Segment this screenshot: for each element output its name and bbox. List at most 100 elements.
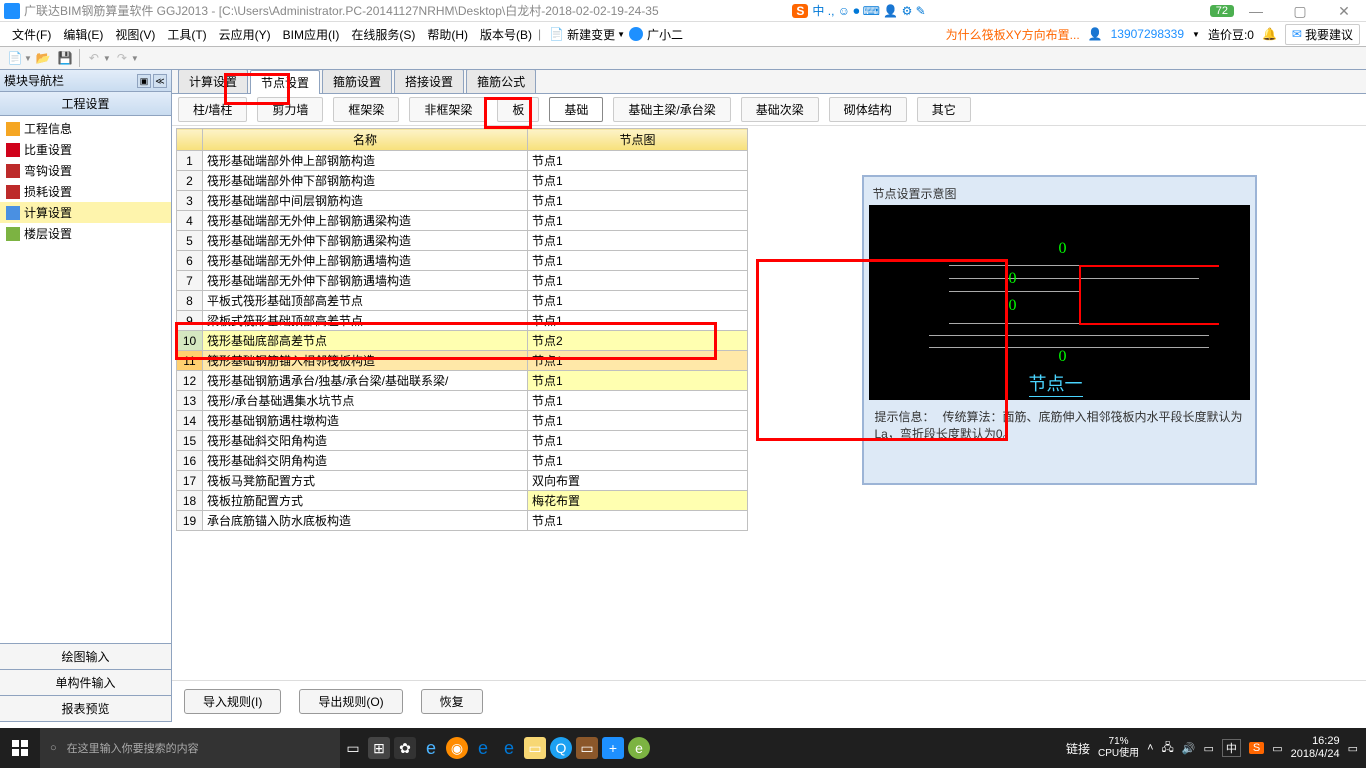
sheet-tab[interactable]: 节点设置 [250, 70, 320, 94]
table-row[interactable]: 13筏形/承台基础遇集水坑节点节点1 [177, 391, 748, 411]
table-row[interactable]: 3筏形基础端部中间层钢筋构造节点1 [177, 191, 748, 211]
tray-link[interactable]: 链接 [1066, 740, 1090, 757]
sheet-tab[interactable]: 箍筋公式 [466, 69, 536, 93]
tb-app-1[interactable]: ⊞ [366, 728, 392, 768]
table-row[interactable]: 2筏形基础端部外伸下部钢筋构造节点1 [177, 171, 748, 191]
table-row[interactable]: 14筏形基础钢筋遇柱墩构造节点1 [177, 411, 748, 431]
table-row[interactable]: 15筏形基础斜交阳角构造节点1 [177, 431, 748, 451]
component-tab[interactable]: 板 [497, 97, 539, 122]
menu-view[interactable]: 视图(V) [109, 24, 161, 45]
tree-item[interactable]: 计算设置 [0, 202, 171, 223]
panel-collapse-icon[interactable]: ≪ [153, 74, 167, 88]
tb-app-7[interactable]: + [600, 728, 626, 768]
component-tab[interactable]: 其它 [917, 97, 971, 122]
tb-app-6[interactable]: ▭ [574, 728, 600, 768]
restore-button[interactable]: 恢复 [421, 689, 483, 714]
notifications-icon[interactable]: ▭ [1348, 742, 1358, 755]
table-row[interactable]: 16筏形基础斜交阴角构造节点1 [177, 451, 748, 471]
table-row[interactable]: 7筏形基础端部无外伸下部钢筋遇墙构造节点1 [177, 271, 748, 291]
tree-item[interactable]: 楼层设置 [0, 223, 171, 244]
table-row[interactable]: 5筏形基础端部无外伸下部钢筋遇梁构造节点1 [177, 231, 748, 251]
tree-item[interactable]: 损耗设置 [0, 181, 171, 202]
single-input-button[interactable]: 单构件输入 [0, 670, 171, 696]
table-row[interactable]: 6筏形基础端部无外伸上部钢筋遇墙构造节点1 [177, 251, 748, 271]
table-row[interactable]: 19承台底筋锚入防水底板构造节点1 [177, 511, 748, 531]
start-button[interactable] [0, 728, 40, 768]
redo-icon[interactable]: ↷ [111, 48, 133, 68]
component-tab[interactable]: 非框架梁 [409, 97, 487, 122]
ime-icons[interactable]: 中 ., ☺ ⏺ ⌨ 👤 ⚙ ✎ [812, 2, 925, 19]
tb-app-3[interactable]: ◉ [444, 728, 470, 768]
tb-app-5[interactable]: Q [548, 728, 574, 768]
tray-battery-icon[interactable]: ▭ [1204, 742, 1214, 755]
component-tab[interactable]: 剪力墙 [257, 97, 323, 122]
minimize-button[interactable]: — [1234, 0, 1278, 22]
panel-pin-icon[interactable]: ▣ [137, 74, 151, 88]
user-avatar-icon[interactable] [629, 27, 643, 41]
table-row[interactable]: 8平板式筏形基础顶部高差节点节点1 [177, 291, 748, 311]
component-tab[interactable]: 砌体结构 [829, 97, 907, 122]
project-settings-header[interactable]: 工程设置 [0, 92, 171, 116]
table-row[interactable]: 9梁板式筏形基础顶部高差节点节点1 [177, 311, 748, 331]
tb-app-8[interactable]: e [626, 728, 652, 768]
score-badge: 72 [1210, 5, 1234, 17]
menu-cloud[interactable]: 云应用(Y) [213, 24, 277, 45]
tray-network-icon[interactable]: 🖧 [1162, 739, 1174, 758]
maximize-button[interactable]: ▢ [1278, 0, 1322, 22]
menu-version[interactable]: 版本号(B) [474, 24, 538, 45]
menu-edit[interactable]: 编辑(E) [57, 24, 109, 45]
open-file-icon[interactable]: 📂 [32, 48, 54, 68]
table-row[interactable]: 17筏板马凳筋配置方式双向布置 [177, 471, 748, 491]
import-rules-button[interactable]: 导入规则(I) [184, 689, 281, 714]
tb-app-2[interactable]: ✿ [392, 728, 418, 768]
close-button[interactable]: ✕ [1322, 0, 1366, 22]
save-icon[interactable]: 💾 [54, 48, 76, 68]
app-icon [4, 3, 20, 19]
tray-sogou-icon[interactable]: S [1249, 742, 1264, 754]
table-row[interactable]: 4筏形基础端部无外伸上部钢筋遇梁构造节点1 [177, 211, 748, 231]
export-rules-button[interactable]: 导出规则(O) [299, 689, 402, 714]
component-tab[interactable]: 基础 [549, 97, 603, 122]
tree-item[interactable]: 工程信息 [0, 118, 171, 139]
table-row[interactable]: 11筏形基础钢筋锚入相邻筏板构造节点1 [177, 351, 748, 371]
tree-item[interactable]: 比重设置 [0, 139, 171, 160]
component-tab[interactable]: 基础主梁/承台梁 [613, 97, 730, 122]
menu-tool[interactable]: 工具(T) [161, 24, 212, 45]
suggestion-button[interactable]: ✉ 我要建议 [1285, 24, 1360, 45]
sheet-tab[interactable]: 箍筋设置 [322, 69, 392, 93]
tray-ime-icon[interactable]: 中 [1222, 739, 1241, 757]
tree-item[interactable]: 弯钩设置 [0, 160, 171, 181]
component-tab[interactable]: 框架梁 [333, 97, 399, 122]
tb-app-4[interactable]: e [470, 728, 496, 768]
sheet-tab[interactable]: 搭接设置 [394, 69, 464, 93]
table-row[interactable]: 18筏板拉筋配置方式梅花布置 [177, 491, 748, 511]
tray-misc-icon[interactable]: ▭ [1272, 742, 1282, 755]
task-view-icon[interactable]: ▭ [340, 728, 366, 768]
undo-icon[interactable]: ↶ [83, 48, 105, 68]
menu-online[interactable]: 在线服务(S) [345, 24, 421, 45]
table-row[interactable]: 12筏形基础钢筋遇承台/独基/承台梁/基础联系梁/节点1 [177, 371, 748, 391]
user-phone[interactable]: 13907298339 [1111, 27, 1184, 41]
draw-input-button[interactable]: 绘图输入 [0, 644, 171, 670]
nav-panel-header: 模块导航栏 ▣ ≪ [0, 70, 171, 92]
report-preview-button[interactable]: 报表预览 [0, 696, 171, 722]
menu-bim[interactable]: BIM应用(I) [277, 24, 346, 45]
ime-badge[interactable]: S [792, 4, 808, 18]
tb-explorer[interactable]: ▭ [522, 728, 548, 768]
tb-edge[interactable]: e [418, 728, 444, 768]
new-file-icon[interactable]: 📄 [4, 48, 26, 68]
component-tab[interactable]: 基础次梁 [741, 97, 819, 122]
table-row[interactable]: 1筏形基础端部外伸上部钢筋构造节点1 [177, 151, 748, 171]
component-tab[interactable]: 柱/墙柱 [178, 97, 247, 122]
warning-text[interactable]: 为什么筏板XY方向布置... [946, 26, 1080, 43]
search-box[interactable]: ○ 在这里输入你要搜索的内容 [40, 728, 340, 768]
tray-volume-icon[interactable]: 🔊 [1182, 742, 1196, 755]
tray-up-icon[interactable]: ˄ [1147, 742, 1153, 754]
tb-ie[interactable]: e [496, 728, 522, 768]
table-row[interactable]: 10筏形基础底部高差节点节点2 [177, 331, 748, 351]
clock[interactable]: 16:29 2018/4/24 [1291, 735, 1340, 761]
sheet-tab[interactable]: 计算设置 [178, 69, 248, 93]
menu-help[interactable]: 帮助(H) [421, 24, 474, 45]
menu-file[interactable]: 文件(F) [6, 24, 57, 45]
new-change-button[interactable]: 📄 新建变更 ▼ [549, 26, 625, 43]
